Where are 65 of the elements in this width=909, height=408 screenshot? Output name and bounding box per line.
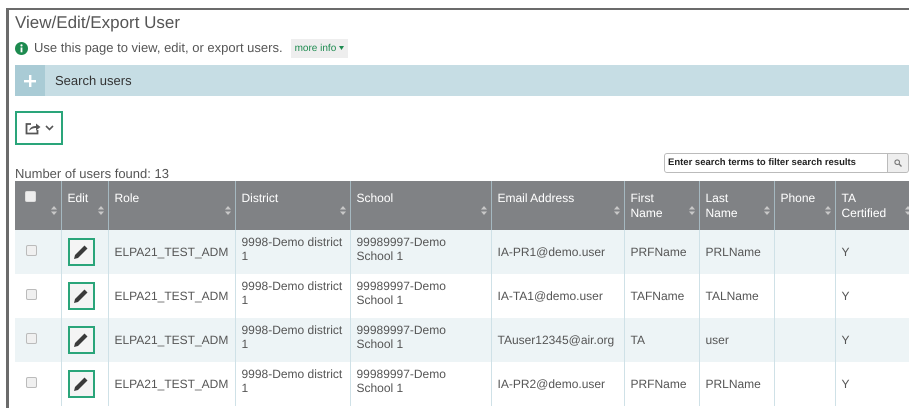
table-cell: Y (842, 289, 850, 303)
search-icon (894, 159, 902, 167)
edit-button[interactable] (68, 326, 94, 354)
table-cell: Y (842, 245, 850, 259)
result-count: Number of users found: 13 (15, 167, 169, 181)
export-button[interactable] (15, 111, 63, 145)
sort-icon (904, 206, 909, 215)
filter-field[interactable]: Enter search terms to filter search results (664, 153, 888, 173)
caret-icon (44, 125, 54, 131)
checkbox[interactable] (26, 245, 37, 256)
sort-icon (764, 206, 770, 215)
pencil-icon (73, 244, 89, 260)
table-cell: TAuser12345@air.org (498, 333, 614, 347)
sort-icon (98, 206, 104, 215)
table-cell: Y (842, 333, 850, 347)
table-cell: ELPA21_TEST_ADM (114, 289, 228, 303)
search-button[interactable] (888, 153, 909, 173)
pencil-icon (73, 332, 89, 348)
sort-icon (224, 206, 230, 215)
table-cell: Y (842, 377, 850, 391)
table-cell: PRLName (706, 245, 761, 259)
table-cell: ELPA21_TEST_ADM (114, 333, 228, 347)
table-cell: ELPA21_TEST_ADM (114, 245, 228, 259)
table-cell: PRFName (630, 245, 687, 259)
table-cell: 99989997-Demo School 1 (356, 279, 446, 307)
search-users-panel[interactable]: Search users (15, 65, 909, 96)
table-cell: TA (630, 333, 645, 347)
checkbox[interactable] (26, 377, 37, 388)
sort-icon (480, 206, 486, 215)
pencil-icon (73, 376, 89, 392)
table-cell: TALName (706, 289, 759, 303)
table-cell: IA-PR2@demo.user (498, 377, 606, 391)
more-info-button[interactable]: more info (290, 38, 348, 58)
edit-button[interactable] (68, 238, 94, 266)
sort-icon (688, 206, 694, 215)
table-cell: TAFName (630, 289, 684, 303)
share-icon (24, 121, 40, 135)
pencil-icon (73, 288, 89, 304)
search-users-label: Search users (54, 72, 132, 90)
table-cell: 9998-Demo district 1 (242, 279, 342, 307)
checkbox[interactable] (25, 191, 36, 202)
table-cell: 9998-Demo district 1 (242, 367, 342, 395)
table-cell: IA-PR1@demo.user (498, 245, 606, 259)
info-text: Use this page to view, edit, or export users. (34, 39, 283, 58)
sort-icon (824, 206, 830, 215)
sort-icon (50, 206, 56, 215)
table-cell: 9998-Demo district 1 (242, 323, 342, 351)
sort-icon (614, 206, 620, 215)
page-title: View/Edit/Export User (15, 12, 182, 34)
table-cell: ELPA21_TEST_ADM (114, 377, 228, 391)
table-cell: PRFName (630, 377, 687, 391)
table-cell: PRLName (706, 377, 761, 391)
table-cell: 9998-Demo district 1 (242, 235, 342, 263)
edit-button[interactable] (68, 282, 94, 310)
table-cell: IA-TA1@demo.user (498, 289, 603, 303)
table-cell: 99989997-Demo School 1 (356, 323, 446, 351)
sort-icon (340, 206, 346, 215)
table-cell: 99989997-Demo School 1 (356, 235, 446, 263)
edit-button[interactable] (68, 370, 94, 398)
checkbox[interactable] (26, 289, 37, 300)
table-cell: user (706, 333, 729, 347)
table-cell: 99989997-Demo School 1 (356, 367, 446, 395)
caret-icon (339, 46, 344, 50)
info-icon (15, 42, 28, 54)
checkbox[interactable] (26, 333, 37, 344)
